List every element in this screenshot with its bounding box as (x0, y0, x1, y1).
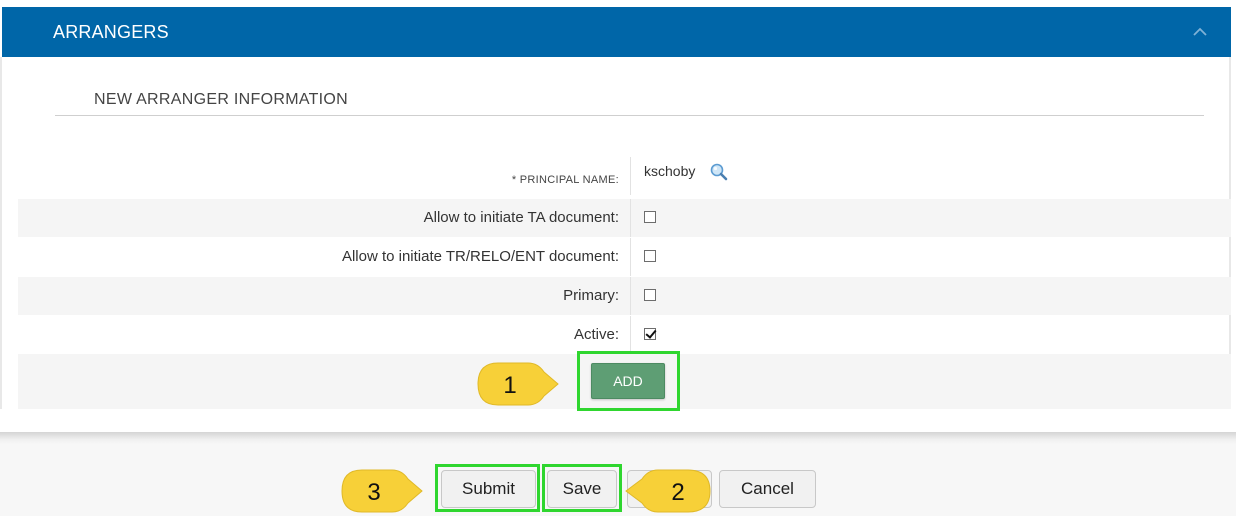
allow-ta-checkbox[interactable] (644, 211, 656, 223)
principal-name-label: * PRINCIPAL NAME: (511, 174, 619, 186)
section-title: NEW ARRANGER INFORMATION (94, 91, 349, 108)
chevron-up-icon[interactable] (1191, 23, 1209, 41)
row-divider (630, 199, 631, 237)
callout-3-text: 3 (367, 479, 380, 506)
panel-header[interactable]: ARRANGERS (2, 7, 1231, 57)
row-divider (630, 277, 631, 315)
add-button[interactable]: ADD (591, 363, 665, 399)
primary-row: Primary: (18, 277, 1231, 315)
row-divider (630, 238, 631, 276)
footer-separator (0, 432, 1236, 444)
callout-2: 2 (625, 469, 711, 513)
panel-title: ARRANGERS (53, 22, 169, 42)
allow-ta-label: Allow to initiate TA document: (423, 209, 619, 226)
active-row: Active: (18, 316, 1231, 354)
active-label: Active: (573, 326, 619, 343)
cancel-button[interactable]: Cancel (719, 470, 816, 508)
callout-2-text: 2 (671, 479, 684, 506)
submit-button[interactable]: Submit (441, 470, 536, 508)
allow-tr-row: Allow to initiate TR/RELO/ENT document: (18, 238, 1231, 276)
row-divider (630, 157, 631, 195)
section-divider (55, 115, 1204, 116)
allow-ta-row: Allow to initiate TA document: (18, 199, 1231, 237)
callout-1: 1 (477, 362, 559, 406)
callout-3: 3 (341, 469, 423, 513)
allow-tr-label: Allow to initiate TR/RELO/ENT document: (341, 248, 619, 265)
page: ARRANGERS NEW ARRANGER INFORMATION * PRI… (0, 0, 1236, 516)
primary-label: Primary: (563, 287, 619, 304)
magnifier-icon[interactable] (709, 162, 729, 182)
principal-name-row: * PRINCIPAL NAME: kschoby (18, 157, 1231, 195)
active-checkbox[interactable] (644, 328, 656, 340)
primary-checkbox[interactable] (644, 289, 656, 301)
arrangers-panel: ARRANGERS NEW ARRANGER INFORMATION * PRI… (0, 7, 1231, 409)
callout-1-text: 1 (503, 372, 516, 399)
save-button[interactable]: Save (547, 470, 617, 508)
row-divider (630, 316, 631, 354)
principal-name-value: kschoby (644, 163, 696, 179)
allow-tr-checkbox[interactable] (644, 250, 656, 262)
